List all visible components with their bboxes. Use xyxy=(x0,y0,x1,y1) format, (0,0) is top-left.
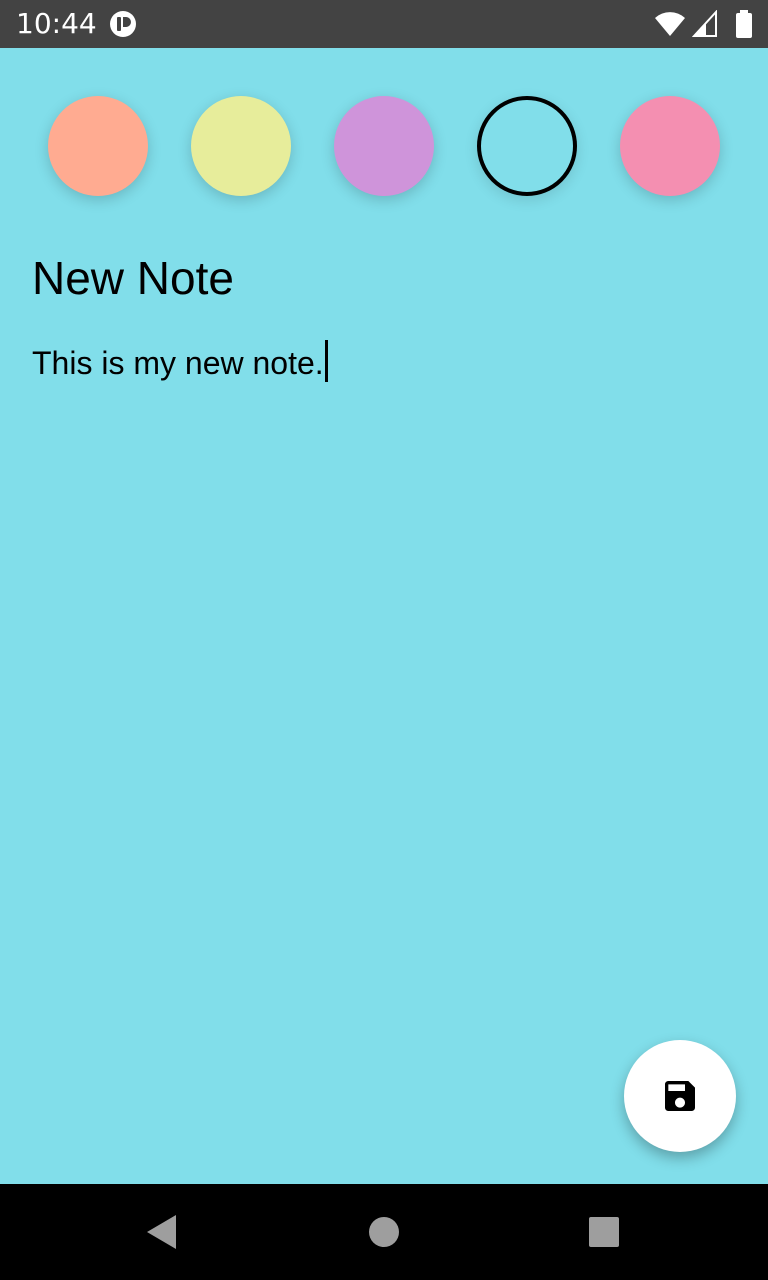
note-body-text: This is my new note. xyxy=(32,345,324,381)
home-icon xyxy=(364,1217,404,1256)
text-cursor xyxy=(324,340,328,382)
color-swatch-purple[interactable] xyxy=(334,96,434,196)
navigation-bar xyxy=(0,1184,768,1280)
save-button[interactable] xyxy=(624,1040,736,1152)
recents-icon xyxy=(584,1217,624,1256)
color-swatch-yellow[interactable] xyxy=(191,96,291,196)
status-time: 10:44 xyxy=(16,7,97,40)
color-selector xyxy=(0,96,768,196)
status-bar: 10:44 xyxy=(0,0,768,48)
color-swatch-cyan-selected[interactable] xyxy=(477,96,577,196)
note-title-field[interactable]: New Note xyxy=(32,250,732,306)
color-swatch-orange[interactable] xyxy=(48,96,148,196)
home-button[interactable] xyxy=(364,1212,404,1252)
back-button[interactable] xyxy=(144,1212,184,1252)
note-body-field[interactable]: This is my new note. xyxy=(32,340,732,386)
color-swatch-pink[interactable] xyxy=(620,96,720,196)
note-editor-screen: 10:44 New Note This is my new note. xyxy=(0,0,768,1280)
app-notification-icon xyxy=(110,11,136,37)
recents-button[interactable] xyxy=(584,1212,624,1252)
back-icon xyxy=(144,1215,184,1256)
